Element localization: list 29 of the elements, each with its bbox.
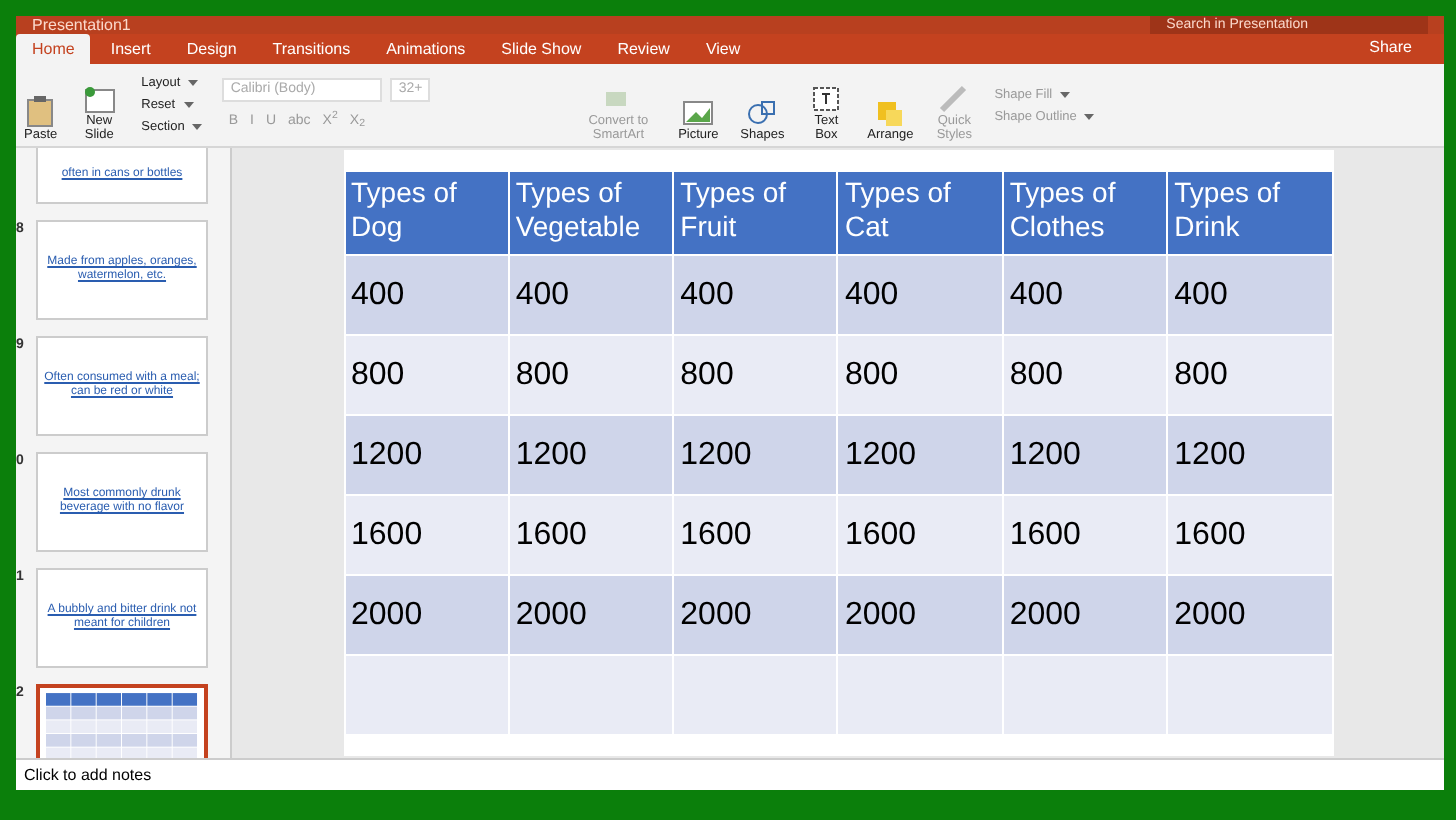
column-header: Types of Drink xyxy=(1167,171,1332,255)
ribbon-tab[interactable]: Home xyxy=(16,34,91,64)
column-header: Types of Clothes xyxy=(1002,171,1168,255)
ribbon-tab[interactable]: Transitions xyxy=(256,34,367,64)
caret-icon xyxy=(1084,113,1095,119)
picture-icon xyxy=(682,98,715,128)
column-header: Types of Vegetable xyxy=(508,171,674,255)
ribbon-tab[interactable]: Animations xyxy=(370,34,482,64)
ribbon-tab[interactable]: Slide Show xyxy=(485,34,598,64)
caret-icon xyxy=(183,102,194,108)
column-header: Types of Cat xyxy=(837,171,1003,255)
shapes-icon xyxy=(746,98,779,128)
ribbon-tab[interactable]: View xyxy=(689,34,757,64)
caret-icon xyxy=(1060,91,1071,97)
arrange-icon xyxy=(874,98,907,128)
window-title: Presentation1 xyxy=(32,16,131,34)
ribbon-tab[interactable]: Review xyxy=(601,34,686,64)
column-header: Types of Dog xyxy=(344,171,509,255)
text-box-icon xyxy=(810,84,843,114)
ribbon-tab[interactable]: Insert xyxy=(94,34,167,64)
slide-icon xyxy=(83,86,116,114)
column-header: Types of Fruit xyxy=(673,171,838,255)
slide-thumbnail[interactable] xyxy=(36,684,208,758)
share-button[interactable]: Share xyxy=(1361,32,1444,64)
caret-icon xyxy=(192,124,203,130)
brush-icon xyxy=(938,84,971,114)
ribbon-tab[interactable]: Design xyxy=(170,34,253,64)
clipboard-icon xyxy=(26,96,55,128)
caret-icon xyxy=(188,80,199,86)
